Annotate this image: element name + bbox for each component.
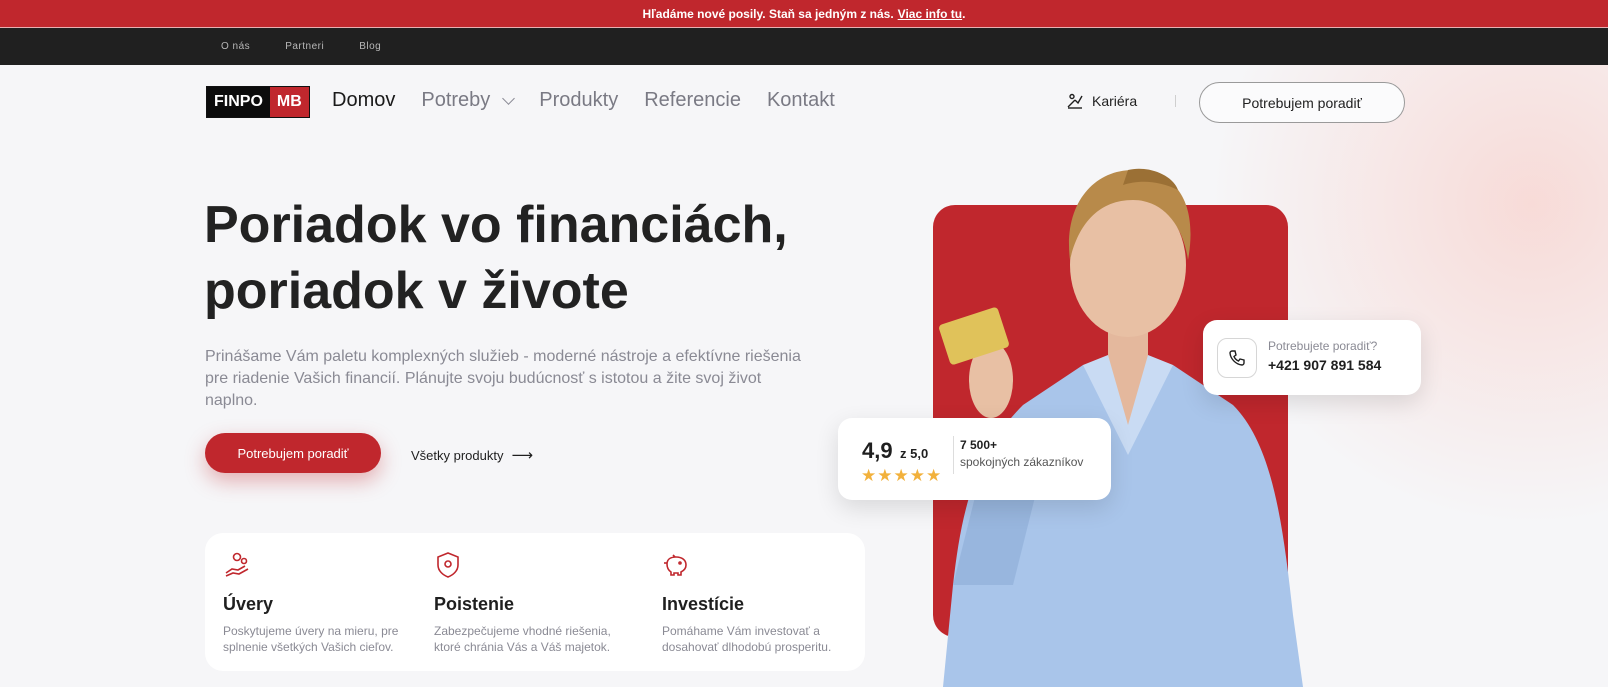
main-navigation: FINPO MB Domov Potreby Produkty Referenc… bbox=[0, 65, 1608, 140]
rating-divider bbox=[953, 436, 954, 474]
logo-left: FINPO bbox=[207, 87, 270, 117]
nav-item-produkty[interactable]: Produkty bbox=[539, 89, 618, 112]
service-title: Poistenie bbox=[434, 594, 515, 614]
loan-icon bbox=[225, 552, 249, 577]
top-bar: O nás Partneri Blog bbox=[0, 28, 1608, 65]
hero-advice-button[interactable]: Potrebujem poradiť bbox=[205, 433, 381, 473]
services-panel: Úvery Poskytujeme úvery na mieru, pre sp… bbox=[205, 533, 865, 671]
logo[interactable]: FINPO MB bbox=[206, 86, 310, 118]
topbar-link-blog[interactable]: Blog bbox=[359, 41, 381, 52]
chevron-down-icon bbox=[502, 91, 516, 105]
service-text: Pomáhame Vám investovať a dosahovať dlho… bbox=[662, 624, 832, 654]
nav-item-label: Potreby bbox=[421, 89, 491, 111]
career-label: Kariéra bbox=[1092, 93, 1138, 109]
arrow-right-icon: ⟶ bbox=[511, 447, 534, 464]
rating-score: 4,9 bbox=[862, 438, 893, 463]
contact-phone[interactable]: +421 907 891 584 bbox=[1268, 357, 1381, 373]
logo-right: MB bbox=[269, 87, 309, 117]
career-link[interactable]: Kariéra bbox=[1066, 92, 1137, 110]
hero-title-line2: poriadok v živote bbox=[204, 262, 629, 320]
nav-menu: Domov Potreby Produkty Referencie Kontak… bbox=[332, 89, 861, 112]
customer-count: 7 500+ bbox=[960, 438, 998, 452]
service-title: Úvery bbox=[223, 594, 274, 614]
phone-icon bbox=[1217, 338, 1257, 378]
nav-item-label: Produkty bbox=[539, 89, 619, 111]
nav-item-label: Referencie bbox=[644, 89, 741, 111]
nav-item-kontakt[interactable]: Kontakt bbox=[767, 89, 835, 112]
nav-separator bbox=[1175, 95, 1176, 107]
rating-of: z 5,0 bbox=[900, 446, 929, 461]
shield-icon bbox=[437, 552, 459, 578]
service-text: Zabezpečujeme vhodné riešenia, ktoré chr… bbox=[434, 624, 611, 654]
all-products-label: Všetky produkty bbox=[411, 447, 504, 463]
topbar-link-partneri[interactable]: Partneri bbox=[285, 41, 324, 52]
announcement-end: . bbox=[962, 6, 966, 21]
piggy-bank-icon bbox=[664, 554, 687, 576]
nav-item-potreby[interactable]: Potreby bbox=[421, 89, 516, 112]
service-title: Investície bbox=[662, 594, 745, 614]
rating-card: 4,9 z 5,0 ★★★★★ 7 500+ spokojných zákazn… bbox=[838, 418, 1111, 500]
service-text: Poskytujeme úvery na mieru, pre splnenie… bbox=[223, 624, 399, 654]
star-rating-icon: ★★★★★ bbox=[861, 466, 943, 485]
nav-item-domov[interactable]: Domov bbox=[332, 89, 395, 112]
hero-description: Prinášame Vám paletu komplexných služieb… bbox=[205, 348, 801, 409]
all-products-link[interactable]: Všetky produkty ⟶ bbox=[411, 446, 533, 464]
topbar-link-o-nas[interactable]: O nás bbox=[221, 41, 250, 52]
hero-title: Poriadok vo financiách, poriadok v život… bbox=[204, 192, 854, 324]
service-investicie[interactable]: Investície Pomáhame Vám investovať a dos… bbox=[662, 551, 852, 655]
service-poistenie[interactable]: Poistenie Zabezpečujeme vhodné riešenia,… bbox=[434, 551, 629, 655]
nav-item-label: Kontakt bbox=[766, 89, 835, 111]
contact-question: Potrebujete poradiť? bbox=[1268, 339, 1378, 353]
nav-item-label: Domov bbox=[332, 89, 396, 111]
service-uvery[interactable]: Úvery Poskytujeme úvery na mieru, pre sp… bbox=[223, 551, 408, 655]
header-advice-button[interactable]: Potrebujem poradiť bbox=[1199, 82, 1405, 123]
career-icon bbox=[1067, 93, 1083, 109]
hero-title-line1: Poriadok vo financiách, bbox=[204, 196, 788, 254]
customer-label: spokojných zákazníkov bbox=[960, 455, 1084, 469]
announcement-text: Hľadáme nové posily. Staň sa jedným z ná… bbox=[642, 6, 894, 21]
nav-item-referencie[interactable]: Referencie bbox=[644, 89, 741, 112]
announcement-link[interactable]: Viac info tu bbox=[898, 7, 962, 21]
contact-card[interactable]: Potrebujete poradiť? +421 907 891 584 bbox=[1203, 320, 1421, 395]
announcement-bar: Hľadáme nové posily. Staň sa jedným z ná… bbox=[0, 0, 1608, 28]
